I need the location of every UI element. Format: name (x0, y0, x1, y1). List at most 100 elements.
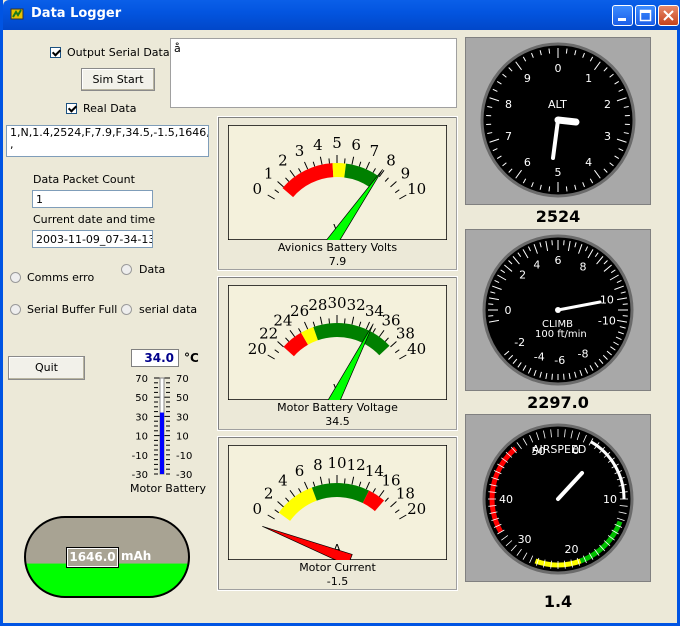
airspeed-tick-label: 40 (499, 493, 513, 506)
altimeter-panel: 0 12 34 5 67 89 ALT (465, 37, 651, 205)
gauge-tick-label: 6 (295, 462, 305, 480)
thermometer-tick-left: 10 (135, 432, 148, 443)
climb-panel: 0 2 4 6 8 10 -10 -8 -6 -4 -2 CLIMB 100 ft/min (465, 229, 651, 391)
gauge-tick-label: 32 (347, 296, 366, 314)
gauge-tick-label: 26 (290, 302, 309, 320)
climb-tick-label: 8 (580, 261, 587, 274)
climb-tick-label: 6 (555, 254, 562, 267)
altimeter-tick-label: 9 (524, 72, 531, 85)
altimeter-tick-label: 4 (585, 156, 592, 169)
serial-data-indicator (121, 304, 132, 315)
battery-mah-readout: 1646.0 (66, 547, 119, 568)
title-bar[interactable]: Data Logger (3, 0, 680, 30)
data-indicator (121, 264, 132, 275)
altimeter-tick-label: 7 (505, 130, 512, 143)
climb-tick-label: -6 (554, 354, 565, 367)
gauge-tick-label: 3 (295, 142, 305, 160)
gauge-tick-label: 20 (248, 340, 267, 358)
climb-dial: 024 6810-10-8-6-4-2 CLIMB 100 ft/min (482, 234, 634, 386)
altimeter-label: ALT (548, 98, 567, 111)
gauge-tick-label: 10 (327, 454, 346, 472)
thermometer-tick-right: 30 (176, 412, 189, 423)
airspeed-tick-label: 10 (603, 493, 617, 506)
gauge-tick-label: 20 (407, 500, 426, 518)
temperature-unit: °C (184, 351, 199, 365)
thermometer-tick-right: -10 (176, 451, 192, 462)
maximize-icon (639, 9, 652, 22)
avionics-volts-title: Avionics Battery Volts (277, 241, 398, 254)
thermometer-tick-left: -30 (132, 470, 148, 480)
altimeter-readout: 2524 (535, 207, 581, 226)
raw-data-field[interactable]: 1,N,1.4,2524,F,7.9,F,34.5,-1.5,1646,34.0… (6, 125, 209, 157)
serial-output-textbox[interactable]: å (170, 38, 457, 108)
altimeter-dial: 0 12 34 5 67 89 ALT (480, 42, 636, 198)
datetime-field[interactable]: 2003-11-09_07-34-13 (32, 230, 153, 248)
thermometer-tick-right: 10 (176, 432, 189, 443)
altimeter-tick-label: 3 (604, 130, 611, 143)
gauge-tick-label: 8 (313, 456, 323, 474)
output-serial-label: Output Serial Data (67, 46, 170, 59)
thermometer-tick-left: 70 (135, 374, 148, 385)
minimize-icon (618, 18, 626, 21)
app-icon (10, 8, 24, 20)
thermometer-tick-left: 30 (135, 412, 148, 423)
motor-voltage-panel: 2022242628303234363840V Motor Battery Vo… (217, 276, 458, 431)
motor-current-title: Motor Current (299, 561, 376, 574)
gauge-tick-label: 10 (407, 180, 426, 198)
minimize-button[interactable] (612, 5, 633, 26)
motor-voltage-value: 34.5 (325, 415, 350, 428)
battery-mah-unit: mAh (121, 549, 152, 563)
altimeter-tick-label: 8 (505, 98, 512, 111)
airspeed-readout: 1.4 (543, 592, 573, 611)
comms-error-indicator (10, 272, 21, 283)
gauge-tick-label: 4 (313, 136, 323, 154)
thermometer-tick-right: -30 (176, 470, 192, 480)
output-serial-checkbox[interactable] (50, 47, 61, 58)
gauge-tick-label: 8 (386, 152, 396, 170)
thermometer-gauge: 70 70 50 50 30 30 10 10 -10 -10 -30 -30 (132, 374, 193, 480)
motor-voltage-gauge: 2022242628303234363840V (228, 285, 447, 400)
climb-tick-label: -2 (514, 336, 525, 349)
gauge-tick-label: 2 (264, 484, 274, 502)
gauge-tick-label: 1 (264, 164, 274, 182)
motor-voltage-title: Motor Battery Voltage (277, 401, 398, 414)
gauge-tick-label: 28 (308, 296, 327, 314)
altimeter-tick-label: 2 (604, 98, 611, 111)
gauge-tick-label: 40 (407, 340, 426, 358)
serial-buffer-indicator (10, 304, 21, 315)
altimeter-tick-label: 5 (555, 166, 562, 179)
motor-current-value: -1.5 (326, 575, 349, 588)
climb-unit-label: 100 ft/min (535, 329, 587, 340)
motor-current-gauge: 0246 8 10 12 14161820A (228, 445, 447, 560)
avionics-volts-value: 7.9 (328, 255, 347, 268)
avionics-volts-panel: 012345678910V Avionics Battery Volts 7.9 (217, 116, 458, 271)
climb-readout: 2297.0 (527, 393, 589, 412)
climb-tick-label: 0 (505, 304, 512, 317)
maximize-button[interactable] (635, 5, 656, 26)
gauge-tick-label: 4 (278, 472, 288, 490)
quit-button[interactable]: Quit (8, 356, 85, 380)
datetime-label: Current date and time (33, 213, 156, 226)
thermometer-tick-left: -10 (132, 451, 148, 462)
serial-data-label: serial data (139, 303, 198, 316)
real-data-checkbox[interactable] (66, 103, 77, 114)
gauge-tick-label: 30 (327, 294, 346, 312)
climb-tick-label: -4 (534, 350, 545, 363)
close-button[interactable] (658, 5, 679, 26)
altimeter-tick-label: 1 (585, 72, 592, 85)
data-label: Data (139, 263, 166, 276)
packet-count-label: Data Packet Count (33, 173, 135, 186)
thermometer-tick-left: 50 (135, 393, 148, 404)
gauge-tick-label: 6 (351, 136, 361, 154)
gauge-tick-label: 12 (347, 456, 366, 474)
thermometer-label: Motor Battery (130, 482, 206, 495)
climb-tick-label: -8 (578, 347, 589, 360)
airspeed-tick-label: 30 (518, 533, 532, 546)
airspeed-label: AIRSPEED (532, 443, 586, 456)
avionics-volts-gauge: 012345678910V (228, 125, 447, 240)
climb-tick-label: 2 (519, 269, 526, 282)
thermometer-mercury (160, 412, 164, 474)
packet-count-field[interactable]: 1 (32, 190, 153, 208)
sim-start-button[interactable]: Sim Start (81, 68, 155, 91)
altimeter-tick-label: 6 (524, 156, 531, 169)
